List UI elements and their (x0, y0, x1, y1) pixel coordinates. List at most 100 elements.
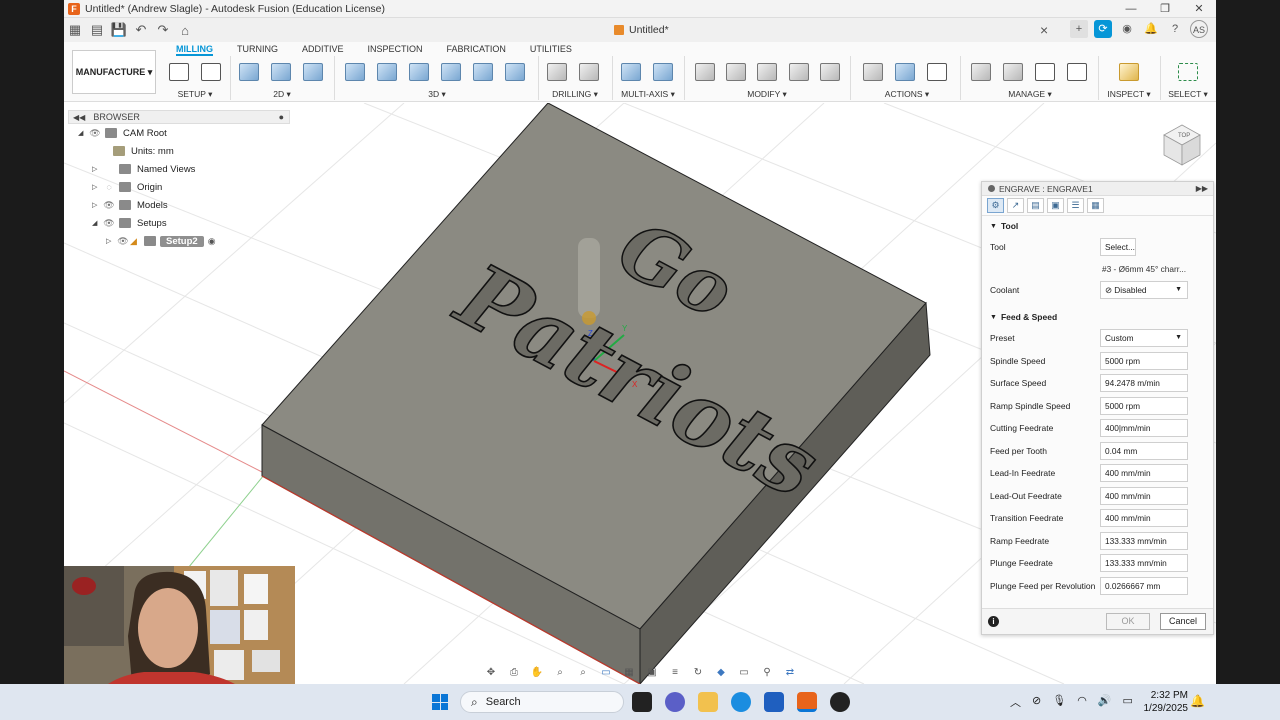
start-button-icon[interactable] (432, 694, 448, 710)
steep-shallow-icon[interactable] (406, 60, 432, 84)
group-label-manage[interactable]: MANAGE ▾ (968, 89, 1092, 100)
show-hidden-icons-icon[interactable]: ︿ (1010, 694, 1021, 710)
measure-icon[interactable] (1116, 60, 1142, 84)
job-status-icon[interactable]: ◉ (1118, 20, 1136, 38)
network-off-icon[interactable]: ⊘ (1032, 694, 1041, 710)
app-grid-icon[interactable]: ▦ (64, 21, 86, 39)
redo-icon[interactable]: ↷ (152, 21, 174, 39)
surface-speed-input[interactable]: 94.2478 m/min (1100, 374, 1188, 393)
cancel-button[interactable]: Cancel (1160, 613, 1206, 630)
tree-node-setup2[interactable]: ▷ 👁 ◢ Setup2 ◉ (68, 232, 290, 250)
group-label-2d[interactable]: 2D ▾ (236, 89, 328, 100)
tab-turning[interactable]: TURNING (237, 42, 278, 56)
tree-node-origin[interactable]: ▷ ◌ Origin (68, 178, 290, 196)
preset-dropdown[interactable]: Custom ▼ (1100, 329, 1188, 348)
collapse-browser-icon[interactable]: ◀◀ (73, 113, 85, 122)
task-view-icon[interactable] (632, 692, 652, 712)
feed-per-tooth-input[interactable]: 0.04 mm (1100, 441, 1188, 460)
new-tab-icon[interactable]: + (1070, 20, 1088, 38)
help-icon[interactable]: ? (1166, 20, 1184, 38)
collapse-icon[interactable]: ▼ (990, 223, 997, 230)
ok-button[interactable]: OK (1106, 613, 1150, 630)
tree-node-models[interactable]: ▷ 👁 Models (68, 196, 290, 214)
sync-icon[interactable]: ⟳ (1094, 20, 1112, 38)
group-label-setup[interactable]: SETUP ▾ (166, 89, 224, 100)
tool-section-header[interactable]: ▼ Tool (982, 216, 1213, 236)
active-setup-icon[interactable]: ◉ (208, 236, 216, 247)
refresh-icon[interactable]: ↻ (691, 667, 705, 678)
taskbar-search[interactable]: ⌕ Search (460, 691, 624, 713)
file-explorer-icon[interactable] (698, 692, 718, 712)
spindle-speed-input[interactable]: 5000 rpm (1100, 351, 1188, 370)
swarf-icon[interactable] (618, 60, 644, 84)
tree-node-cam-root[interactable]: ◢ 👁 CAM Root (68, 124, 290, 142)
user-avatar[interactable]: AS (1190, 20, 1208, 38)
display-settings-icon[interactable]: ▭ (599, 667, 613, 678)
select-icon[interactable] (1175, 60, 1201, 84)
store-icon[interactable] (764, 692, 784, 712)
pattern-icon[interactable] (786, 60, 811, 84)
tab-milling[interactable]: MILLING (176, 42, 213, 56)
expand-icon[interactable]: ◢ (92, 219, 102, 227)
zoom-icon[interactable]: ⌕ (553, 667, 567, 678)
tab-fabrication[interactable]: FABRICATION (447, 42, 506, 56)
delete-icon[interactable] (723, 60, 748, 84)
tab-utilities[interactable]: UTILITIES (530, 42, 572, 56)
notifications-icon[interactable]: 🔔 (1142, 20, 1160, 38)
expand-icon[interactable]: ▷ (92, 201, 102, 209)
tab-tool-icon[interactable]: ⚙ (987, 198, 1004, 213)
tab-passes-icon[interactable]: ▣ (1047, 198, 1064, 213)
2d-pocket-icon[interactable] (268, 60, 294, 84)
tab-additive[interactable]: ADDITIVE (302, 42, 344, 56)
tool-library-icon[interactable] (968, 60, 994, 84)
show-hide-icon[interactable]: ◆ (714, 667, 728, 678)
battery-icon[interactable]: ▭ (1123, 694, 1133, 710)
tab-simulation-icon[interactable]: ▦ (1087, 198, 1104, 213)
group-label-select[interactable]: SELECT ▾ (1164, 89, 1212, 100)
edge-icon[interactable] (731, 692, 751, 712)
expand-icon[interactable]: ▷ (92, 165, 102, 173)
nc-program-icon[interactable] (198, 60, 224, 84)
cutting-feedrate-input[interactable]: 400|mm/min (1100, 419, 1188, 438)
tab-heights-icon[interactable]: ▤ (1027, 198, 1044, 213)
group-label-drilling[interactable]: DRILLING ▾ (544, 89, 606, 100)
grid-settings-icon[interactable]: ▦ (622, 667, 636, 678)
zoom-window-icon[interactable]: ⌕ (576, 667, 590, 678)
section-analysis-icon[interactable]: ≡ (668, 667, 682, 678)
pocket-clearing-icon[interactable] (374, 60, 400, 84)
group-label-actions[interactable]: ACTIONS ▾ (860, 89, 954, 100)
drill-icon[interactable] (544, 60, 570, 84)
expand-icon[interactable]: ◢ (78, 129, 88, 137)
post-process-icon[interactable] (892, 60, 918, 84)
browser-pin-icon[interactable]: ● (279, 112, 284, 122)
tree-node-named-views[interactable]: ▷ Named Views (68, 160, 290, 178)
ramp-spindle-speed-input[interactable]: 5000 rpm (1100, 396, 1188, 415)
cut-icon[interactable] (692, 60, 717, 84)
hole-recognition-icon[interactable] (576, 60, 602, 84)
plunge-feed-per-rev-input[interactable]: 0.0266667 mm (1100, 576, 1188, 595)
close-tab-icon[interactable]: × (1040, 22, 1048, 38)
lead-out-feedrate-input[interactable]: 400 mm/min (1100, 486, 1188, 505)
tab-inspection[interactable]: INSPECTION (368, 42, 423, 56)
home-icon[interactable]: ⌂ (174, 21, 196, 39)
notification-bell-icon[interactable]: 🔔 (1190, 694, 1205, 708)
template-library-icon[interactable] (1064, 60, 1090, 84)
machine-library-icon[interactable] (1000, 60, 1026, 84)
multi-axis-contour-icon[interactable] (650, 60, 676, 84)
2d-adaptive-icon[interactable] (236, 60, 262, 84)
tree-node-units[interactable]: Units: mm (68, 142, 290, 160)
tab-geometry-icon[interactable]: ↗ (1007, 198, 1024, 213)
info-icon[interactable]: i (988, 616, 999, 627)
microphone-icon[interactable]: 🎙 (1052, 694, 1066, 710)
group-label-3d[interactable]: 3D ▾ (342, 89, 532, 100)
effects-icon[interactable]: ▭ (737, 667, 751, 678)
plunge-feedrate-input[interactable]: 133.333 mm/min (1100, 554, 1188, 573)
duplicate-icon[interactable] (754, 60, 779, 84)
feed-speed-section-header[interactable]: ▼ Feed & Speed (982, 307, 1213, 327)
undo-icon[interactable]: ↶ (130, 21, 152, 39)
fusion-taskbar-icon[interactable] (797, 692, 817, 712)
contour-icon[interactable] (502, 60, 528, 84)
document-tab[interactable]: Untitled* (614, 18, 669, 42)
teams-icon[interactable] (665, 692, 685, 712)
tool-select-button[interactable]: Select... (1100, 238, 1136, 257)
